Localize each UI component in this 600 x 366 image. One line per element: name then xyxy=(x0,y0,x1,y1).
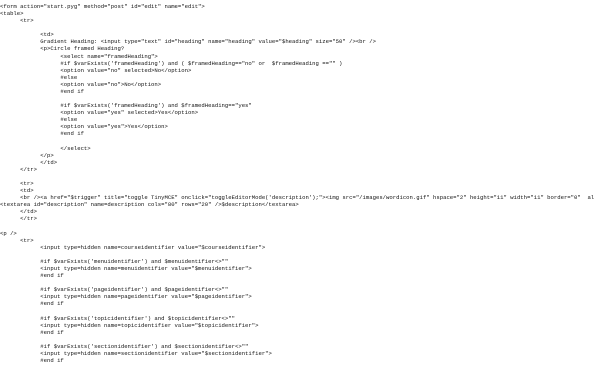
code-line: </p> xyxy=(0,151,54,159)
code-line: #end if xyxy=(0,130,84,138)
code-line: #if $varExists('framedHeading') and $fra… xyxy=(0,102,252,110)
code-line: </td> xyxy=(0,208,37,216)
code-line: #if $varExists('sectionidentifier') and … xyxy=(0,342,249,350)
code-line: <td> xyxy=(0,187,34,195)
code-line: #if $varExists('pageidentifier') and $pa… xyxy=(0,286,229,294)
code-view: <form action="start.pyg" method="post" i… xyxy=(0,0,600,366)
code-line: <input type=hidden name=courseidentifier… xyxy=(0,243,266,251)
code-line: #end if xyxy=(0,357,64,364)
code-line: #if $varExists('topicidentifier') and $t… xyxy=(0,314,235,322)
code-line: <option value="no">No</option> xyxy=(0,80,162,88)
code-line: <table> xyxy=(0,10,24,18)
code-line: <option value="yes">Yes</option> xyxy=(0,123,168,131)
code-line: <br /><a href="$trigger" title="toggle T… xyxy=(0,194,595,202)
code-line: #else xyxy=(0,73,78,81)
code-line: <tr> xyxy=(0,17,34,25)
code-line: </tr> xyxy=(0,215,37,223)
code-line: <input type=hidden name=topicidentifier … xyxy=(0,321,259,329)
code-line: #if $varExists('framedHeading') and ( $f… xyxy=(0,59,343,67)
code-line: #end if xyxy=(0,87,84,95)
code-line: #end if xyxy=(0,272,64,280)
code-line: <td> xyxy=(0,31,54,39)
code-line: #end if xyxy=(0,300,64,308)
code-line: <input type=hidden name=sectionidentifie… xyxy=(0,349,272,357)
code-line: <form action="start.pyg" method="post" i… xyxy=(0,3,205,10)
code-line: <input type=hidden name=pageidentifier v… xyxy=(0,293,252,301)
code-line: <input type=hidden name=menuidentifier v… xyxy=(0,264,252,272)
code-line: </select> xyxy=(0,144,91,152)
code-line: #end if xyxy=(0,328,64,336)
code-line: <option value="yes" selected>Yes</option… xyxy=(0,109,199,117)
code-line: </td> xyxy=(0,158,58,166)
code-line: <tr> xyxy=(0,180,34,187)
code-line: </tr> xyxy=(0,165,37,173)
code-line: #if $varExists('menuidentifier') and $me… xyxy=(0,257,229,265)
code-line: #else xyxy=(0,116,78,124)
code-line: <p /> xyxy=(0,229,17,237)
code-line: <select name="framedHeading"> xyxy=(0,52,158,60)
code-line: <option value="no" selected>No</option> xyxy=(0,66,192,74)
code-line: Gradient Heading: <input type="text" id=… xyxy=(0,38,376,46)
code-line: <textarea id="description" name=descript… xyxy=(0,201,299,209)
code-line: <tr> xyxy=(0,236,34,244)
code-line: <p>Circle framed Heading? xyxy=(0,45,125,53)
